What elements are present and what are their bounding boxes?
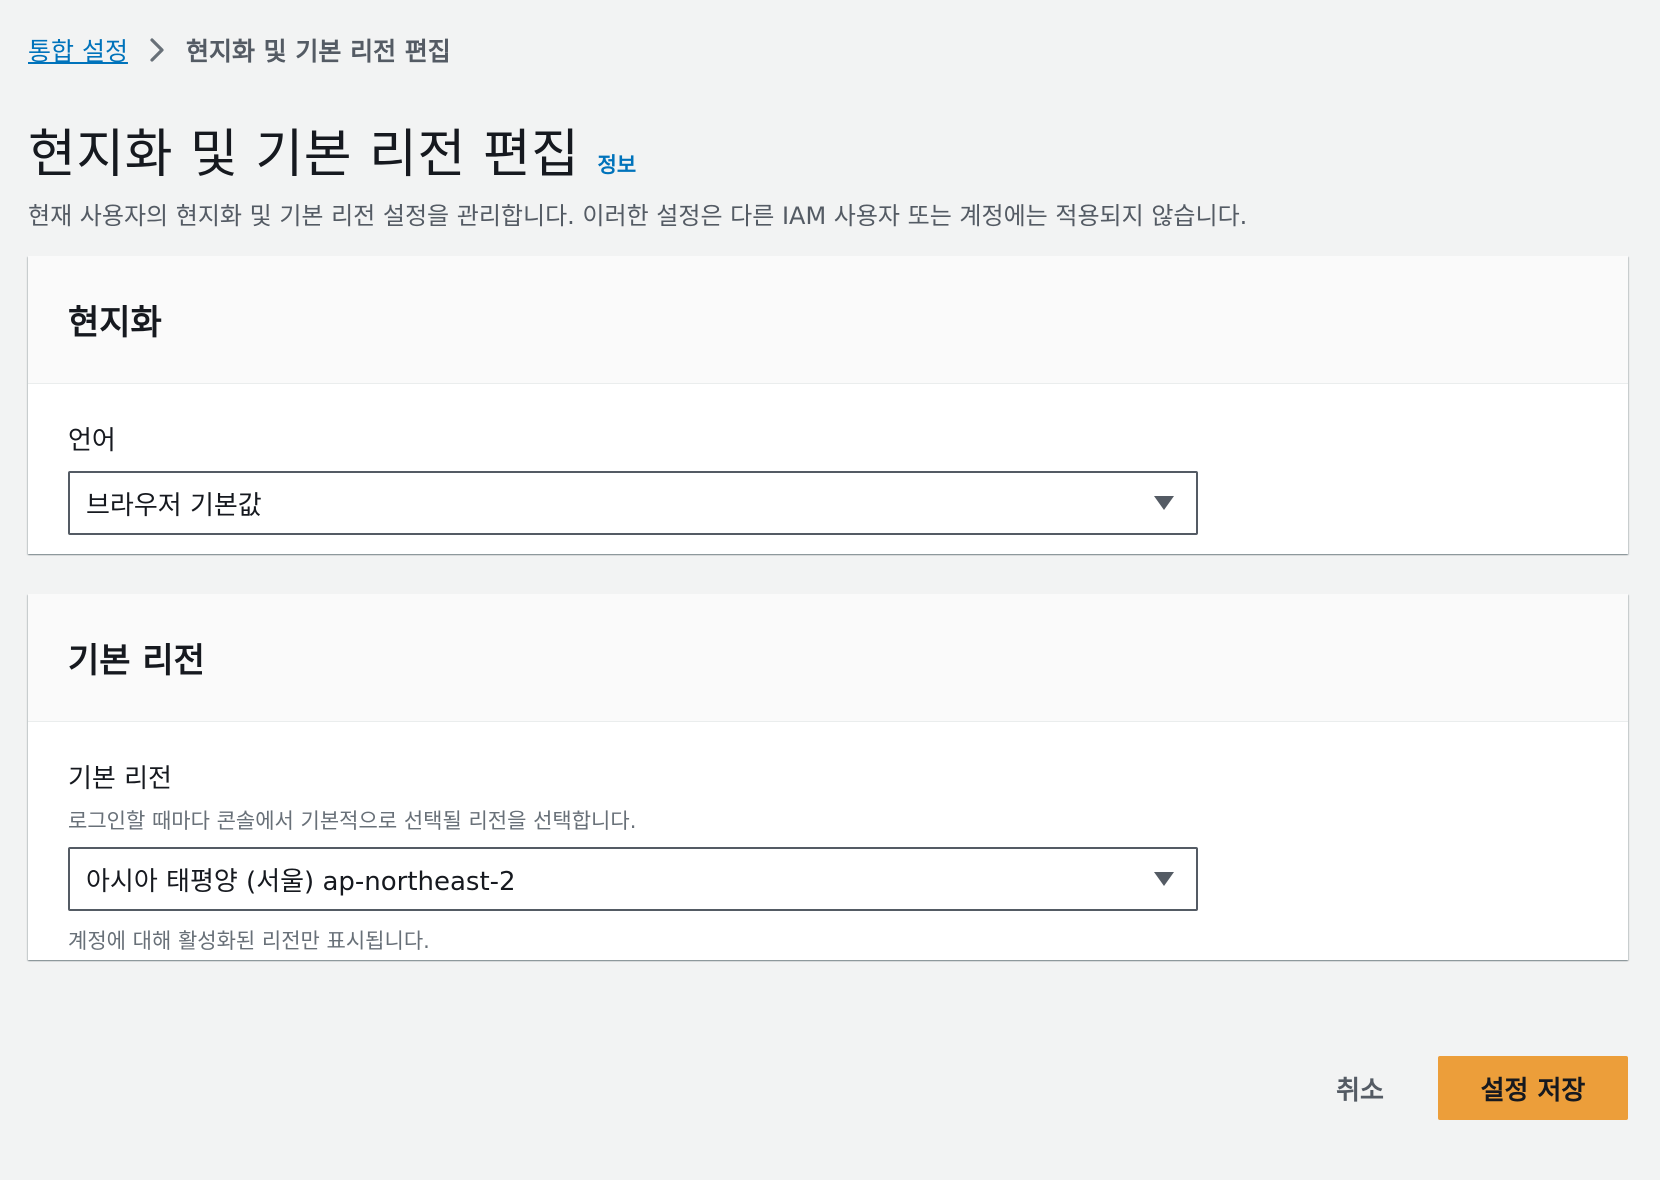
default-region-panel-header: 기본 리전 (28, 594, 1628, 722)
localization-panel: 현지화 언어 브라우저 기본값 (28, 256, 1628, 554)
default-region-panel: 기본 리전 기본 리전 로그인할 때마다 콘솔에서 기본적으로 선택될 리전을 … (28, 594, 1628, 960)
page-description: 현재 사용자의 현지화 및 기본 리전 설정을 관리합니다. 이러한 설정은 다… (28, 202, 1248, 230)
region-label: 기본 리전 (68, 764, 172, 794)
caret-down-icon (1152, 869, 1176, 889)
language-select-value: 브라우저 기본값 (86, 490, 262, 521)
localization-panel-header: 현지화 (28, 256, 1628, 384)
default-region-panel-body: 기본 리전 로그인할 때마다 콘솔에서 기본적으로 선택될 리전을 선택합니다.… (28, 722, 1628, 955)
breadcrumb-current: 현지화 및 기본 리전 편집 (185, 37, 451, 66)
region-select-value: 아시아 태평양 (서울) ap-northeast-2 (86, 866, 516, 897)
page-title: 현지화 및 기본 리전 편집 (28, 125, 580, 185)
localization-panel-title: 현지화 (68, 303, 162, 343)
breadcrumb-link-unified-settings[interactable]: 통합 설정 (28, 32, 128, 68)
region-select[interactable]: 아시아 태평양 (서울) ap-northeast-2 (68, 847, 1198, 911)
region-constraint-text: 계정에 대해 활성화된 리전만 표시됩니다. (68, 929, 430, 953)
chevron-right-icon (146, 35, 168, 65)
language-label: 언어 (68, 426, 116, 456)
region-description: 로그인할 때마다 콘솔에서 기본적으로 선택될 리전을 선택합니다. (68, 809, 637, 833)
localization-panel-body: 언어 브라우저 기본값 (28, 384, 1628, 535)
save-settings-button[interactable]: 설정 저장 (1438, 1056, 1628, 1120)
page-header: 현지화 및 기본 리전 편집 정보 (28, 112, 636, 187)
language-select[interactable]: 브라우저 기본값 (68, 471, 1198, 535)
breadcrumb: 통합 설정 현지화 및 기본 리전 편집 (28, 30, 451, 70)
info-link[interactable]: 정보 (598, 149, 637, 179)
cancel-button[interactable]: 취소 (1300, 1056, 1420, 1120)
caret-down-icon (1152, 493, 1176, 513)
default-region-panel-title: 기본 리전 (68, 641, 205, 681)
page: 통합 설정 현지화 및 기본 리전 편집 현지화 및 기본 리전 편집 정보 현… (0, 0, 1660, 1180)
